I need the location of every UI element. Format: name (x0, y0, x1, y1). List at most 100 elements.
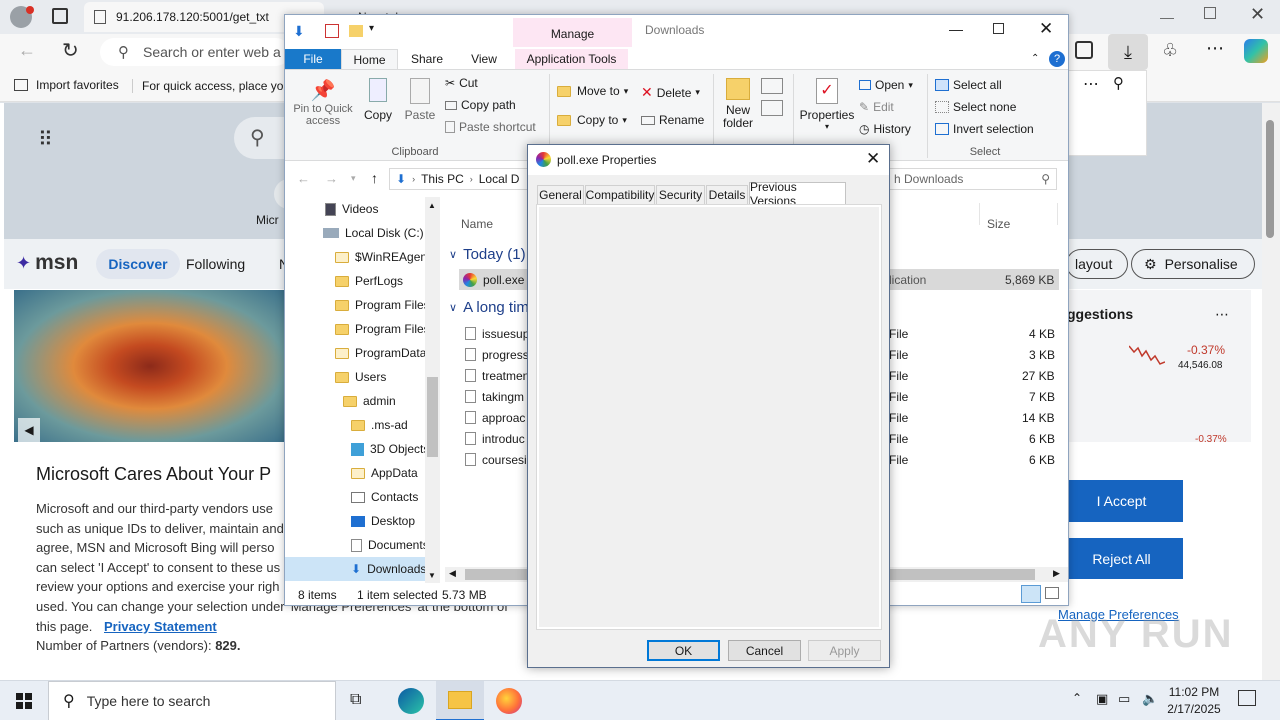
nav-programdata[interactable]: ProgramData (285, 341, 426, 365)
panel-more-icon[interactable]: ⋯ (1215, 306, 1229, 323)
tab-home[interactable]: Home (341, 49, 398, 69)
notifications-icon[interactable] (1238, 690, 1256, 706)
import-favorites-link[interactable]: Import favorites (14, 78, 119, 92)
select-none-button[interactable]: Select none (935, 100, 1016, 114)
network-icon[interactable]: ▭ (1118, 691, 1130, 707)
nav-program-files[interactable]: Program Files (285, 293, 430, 317)
carousel-prev-icon[interactable]: ◀ (18, 418, 40, 442)
discover-tab[interactable]: Discover (96, 249, 180, 279)
new-folder-quick-icon[interactable] (349, 25, 363, 37)
nav-scroll-thumb[interactable] (427, 377, 438, 457)
explorer-taskbar-button[interactable] (436, 681, 484, 720)
nav-desktop[interactable]: Desktop (285, 509, 415, 533)
restore-icon[interactable] (1204, 7, 1216, 19)
paste-shortcut-button[interactable]: Paste shortcut (445, 120, 536, 134)
tab-previous-versions[interactable]: Previous Versions (749, 180, 846, 208)
details-view-icon[interactable] (1021, 585, 1041, 603)
qat-dropdown-icon[interactable]: ▾ (369, 23, 374, 34)
clock[interactable]: 11:02 PM 2/17/2025 (1164, 684, 1224, 718)
taskbar-search-box[interactable]: ⚲ Type here to search (48, 681, 336, 720)
move-to-button[interactable]: Move to ▾ (557, 84, 628, 98)
scroll-left-icon[interactable]: ◀ (449, 568, 456, 579)
column-divider[interactable] (979, 203, 980, 225)
address-bar[interactable]: ⚲ Search or enter web a (100, 38, 290, 66)
start-button[interactable] (0, 681, 48, 720)
more-icon[interactable]: ⋯ (1206, 38, 1224, 59)
edit-button[interactable]: ✎ Edit (859, 100, 894, 114)
reject-all-button[interactable]: Reject All (1060, 538, 1183, 579)
apps-grid-icon[interactable]: ⠿ (38, 127, 54, 152)
previous-versions-list[interactable] (539, 207, 879, 627)
easy-access-icon[interactable] (761, 100, 783, 116)
privacy-statement-link[interactable]: Privacy Statement (104, 619, 217, 634)
copy-path-button[interactable]: Copy path (445, 98, 516, 112)
column-name-header[interactable]: Name (461, 217, 493, 231)
new-folder-button[interactable]: New folder (719, 78, 757, 130)
nav-videos[interactable]: Videos (285, 197, 378, 221)
downloads-icon[interactable]: ⤓ (1108, 34, 1148, 70)
personalise-button[interactable]: ⚙ Personalise (1131, 249, 1255, 279)
tab-general[interactable]: General (537, 185, 584, 204)
delete-button[interactable]: ✕ Delete ▾ (641, 84, 700, 101)
nav-documents[interactable]: Documents (285, 533, 429, 557)
tab-compatibility[interactable]: Compatibility (585, 185, 655, 204)
recent-dropdown-icon[interactable]: ▾ (351, 173, 356, 184)
tab-view[interactable]: View (459, 49, 509, 69)
nav-forward-icon[interactable]: → (325, 171, 338, 186)
ribbon-collapse-icon[interactable]: ⌃ (1031, 53, 1039, 64)
nav-appdata[interactable]: AppData (285, 461, 418, 485)
scroll-down-icon[interactable]: ▼ (428, 571, 436, 580)
nav-local-disk[interactable]: Local Disk (C:) (285, 221, 424, 245)
minimize-icon[interactable]: — (1160, 9, 1174, 25)
large-icons-view-icon[interactable] (1045, 587, 1059, 599)
weather-hero-image[interactable]: ◀ (14, 290, 286, 442)
nav-scrollbar[interactable]: ▲ ▼ (425, 197, 440, 583)
group-today[interactable]: ∨ Today (1) (449, 246, 526, 263)
nav-3d-objects[interactable]: 3D Objects (285, 437, 429, 461)
task-view-icon[interactable]: ⧉ (350, 691, 361, 709)
scroll-up-icon[interactable]: ▲ (428, 201, 436, 210)
group-long-time-ago[interactable]: ∨ A long tim (449, 299, 529, 316)
breadcrumb[interactable]: ⬇ › This PC › Local D (389, 168, 529, 190)
nav-winreagent[interactable]: $WinREAgent (285, 245, 430, 269)
ex-minimize-icon[interactable]: — (949, 21, 963, 37)
pin-icon[interactable]: ⚲ (1113, 74, 1124, 92)
ex-close-icon[interactable]: ✕ (1039, 19, 1053, 39)
paste-button[interactable]: Paste (403, 78, 437, 122)
nav-downloads[interactable]: ⬇ Downloads (285, 557, 426, 581)
apply-button[interactable]: Apply (808, 640, 881, 661)
volume-icon[interactable]: 🔈 (1142, 691, 1158, 707)
nav-perflogs[interactable]: PerfLogs (285, 269, 403, 293)
following-tab[interactable]: Following (186, 256, 245, 272)
ex-maximize-icon[interactable] (993, 23, 1004, 34)
rename-button[interactable]: Rename (641, 113, 704, 127)
nav-back-icon[interactable]: ← (297, 171, 310, 186)
nav-up-icon[interactable]: ↑ (371, 170, 378, 186)
page-scrollbar-thumb[interactable] (1266, 120, 1274, 238)
dialog-close-icon[interactable]: ✕ (866, 149, 880, 169)
breadcrumb-local-disk[interactable]: Local D (479, 172, 520, 186)
cancel-button[interactable]: Cancel (728, 640, 801, 661)
tab-file[interactable]: File (285, 49, 341, 69)
tab-share[interactable]: Share (403, 49, 451, 69)
nav-users[interactable]: Users (285, 365, 386, 389)
help-icon[interactable]: ? (1049, 51, 1065, 67)
nav-ms-ad[interactable]: .ms-ad (285, 413, 408, 437)
cut-button[interactable]: ✂ Cut (445, 76, 478, 90)
copilot-icon[interactable] (1244, 39, 1268, 63)
ok-button[interactable]: OK (647, 640, 720, 661)
tab-security[interactable]: Security (656, 185, 705, 204)
tab-actions-icon[interactable] (52, 8, 68, 24)
close-icon[interactable]: ✕ (1250, 4, 1265, 25)
tray-chevron-icon[interactable]: ⌃ (1072, 691, 1082, 705)
firefox-taskbar-icon[interactable] (496, 688, 522, 714)
tab-application-tools[interactable]: Application Tools (515, 49, 628, 69)
select-all-button[interactable]: Select all (935, 78, 1002, 92)
edge-taskbar-icon[interactable] (398, 688, 424, 714)
manage-context-tab[interactable]: Manage (513, 18, 632, 47)
extensions-icon[interactable]: ♧ (1162, 40, 1178, 61)
pin-quick-access-button[interactable]: 📌 Pin to Quick access (291, 78, 355, 127)
scroll-right-icon[interactable]: ▶ (1053, 568, 1060, 579)
popup-more-icon[interactable]: ⋯ (1083, 74, 1099, 94)
open-button[interactable]: Open ▾ (859, 78, 913, 92)
